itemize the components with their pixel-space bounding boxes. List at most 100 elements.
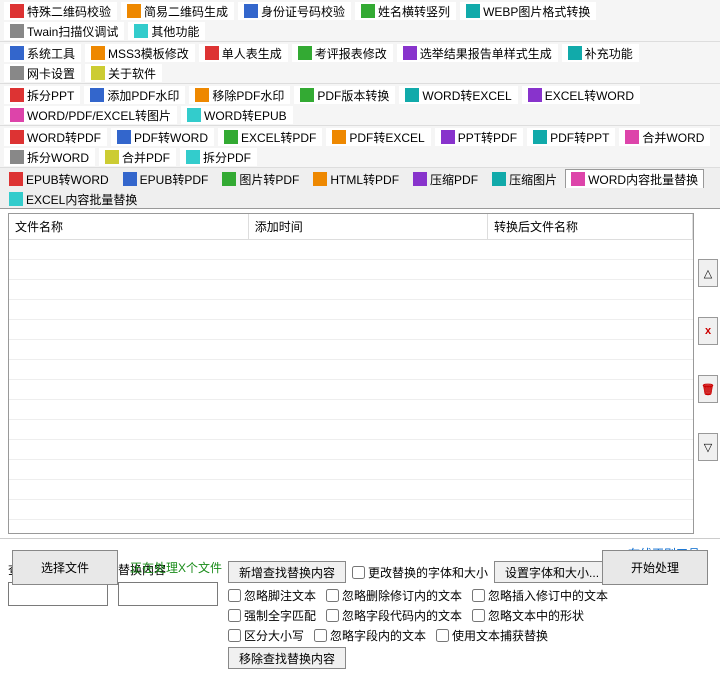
extra-func[interactable]: 补充功能 <box>562 44 639 62</box>
word-to-pdf[interactable]: WORD转PDF <box>4 128 107 146</box>
option-check[interactable]: 忽略插入修订中的文本 <box>472 587 608 604</box>
tab-EPUB转PDF[interactable]: EPUB转PDF <box>117 169 215 188</box>
split-word[interactable]: 拆分WORD <box>4 148 95 166</box>
single-form[interactable]: 单人表生成 <box>199 44 288 62</box>
tool-label: 特殊二维码校验 <box>27 3 111 20</box>
table-row[interactable] <box>9 320 693 340</box>
option-check[interactable]: 忽略脚注文本 <box>228 587 316 604</box>
table-row[interactable] <box>9 340 693 360</box>
tool-icon <box>300 88 314 102</box>
pdf-to-excel[interactable]: PDF转EXCEL <box>326 128 430 146</box>
pdf-to-ppt[interactable]: PDF转PPT <box>527 128 615 146</box>
option-check[interactable]: 忽略删除修订内的文本 <box>326 587 462 604</box>
tool-label: 补充功能 <box>585 45 633 62</box>
ppt-to-pdf[interactable]: PPT转PDF <box>435 128 523 146</box>
excel-to-word[interactable]: EXCEL转WORD <box>522 86 640 104</box>
column-header[interactable]: 转换后文件名称 <box>487 214 692 240</box>
table-row[interactable] <box>9 500 693 520</box>
tool-icon <box>466 4 480 18</box>
tool-label: 关于软件 <box>108 65 156 82</box>
column-header[interactable]: 添加时间 <box>248 214 487 240</box>
tab-图片转PDF[interactable]: 图片转PDF <box>216 169 305 188</box>
tab-HTML转PDF[interactable]: HTML转PDF <box>307 169 405 188</box>
option-check[interactable]: 区分大小写 <box>228 627 304 644</box>
tab-icon <box>9 192 23 206</box>
tool-label: 添加PDF水印 <box>107 87 179 104</box>
tab-EXCEL内容批量替换[interactable]: EXCEL内容批量替换 <box>3 189 143 208</box>
mss3-template[interactable]: MSS3模板修改 <box>85 44 195 62</box>
twain-scan[interactable]: Twain扫描仪调试 <box>4 22 124 40</box>
tool-label: WORD/PDF/EXCEL转图片 <box>27 107 171 124</box>
add-watermark[interactable]: 添加PDF水印 <box>84 86 185 104</box>
tool-label: EXCEL转PDF <box>241 129 316 146</box>
start-process-button[interactable]: 开始处理 <box>602 550 708 585</box>
table-row[interactable] <box>9 400 693 420</box>
doc-to-image[interactable]: WORD/PDF/EXCEL转图片 <box>4 106 177 124</box>
tool-icon <box>10 150 24 164</box>
option-check[interactable]: 忽略字段内的文本 <box>314 627 426 644</box>
tab-label: 压缩图片 <box>509 171 557 188</box>
table-row[interactable] <box>9 380 693 400</box>
table-row[interactable] <box>9 480 693 500</box>
special-qr-verify[interactable]: 特殊二维码校验 <box>4 2 117 20</box>
election-report[interactable]: 选举结果报告单样式生成 <box>397 44 558 62</box>
table-row[interactable] <box>9 280 693 300</box>
tool-icon <box>244 4 258 18</box>
remove-watermark[interactable]: 移除PDF水印 <box>189 86 290 104</box>
tool-icon <box>195 88 209 102</box>
search-input[interactable] <box>8 582 108 606</box>
remove-all-button[interactable]: 🗑 <box>698 375 718 403</box>
excel-to-pdf[interactable]: EXCEL转PDF <box>218 128 322 146</box>
table-row[interactable] <box>9 260 693 280</box>
simple-qr-gen[interactable]: 简易二维码生成 <box>121 2 234 20</box>
webp-convert[interactable]: WEBP图片格式转换 <box>460 2 596 20</box>
tab-压缩PDF[interactable]: 压缩PDF <box>407 169 484 188</box>
word-to-epub[interactable]: WORD转EPUB <box>181 106 293 124</box>
tool-icon <box>441 130 455 144</box>
option-check[interactable]: 强制全字匹配 <box>228 607 316 624</box>
column-header[interactable]: 文件名称 <box>9 214 248 240</box>
delete-button[interactable]: x <box>698 317 718 345</box>
move-down-button[interactable]: ▽ <box>698 433 718 461</box>
other-tools[interactable]: 其他功能 <box>128 22 205 40</box>
pdf-to-word[interactable]: PDF转WORD <box>111 128 214 146</box>
tab-WORD内容批量替换[interactable]: WORD内容批量替换 <box>565 169 704 188</box>
split-ppt[interactable]: 拆分PPT <box>4 86 80 104</box>
tab-icon <box>9 172 23 186</box>
network-card[interactable]: 网卡设置 <box>4 64 81 82</box>
system-tools[interactable]: 系统工具 <box>4 44 81 62</box>
tool-label: WORD转EXCEL <box>422 87 511 104</box>
select-file-button[interactable]: 选择文件 <box>12 550 118 585</box>
option-check[interactable]: 忽略字段代码内的文本 <box>326 607 462 624</box>
about[interactable]: 关于软件 <box>85 64 162 82</box>
tool-label: 其他功能 <box>151 23 199 40</box>
table-row[interactable] <box>9 240 693 260</box>
move-up-button[interactable]: △ <box>698 259 718 287</box>
replace-input[interactable] <box>118 582 218 606</box>
tab-压缩图片[interactable]: 压缩图片 <box>486 169 563 188</box>
table-row[interactable] <box>9 360 693 380</box>
remove-rule-button[interactable]: 移除查找替换内容 <box>228 647 346 669</box>
option-check[interactable]: 忽略文本中的形状 <box>472 607 584 624</box>
table-row[interactable] <box>9 460 693 480</box>
split-pdf[interactable]: 拆分PDF <box>180 148 257 166</box>
name-rotate[interactable]: 姓名横转竖列 <box>355 2 456 20</box>
merge-pdf[interactable]: 合并PDF <box>99 148 176 166</box>
word-to-excel[interactable]: WORD转EXCEL <box>399 86 517 104</box>
table-row[interactable] <box>9 300 693 320</box>
merge-word[interactable]: 合并WORD <box>619 128 710 146</box>
tool-label: 单人表生成 <box>222 45 282 62</box>
pdf-version[interactable]: PDF版本转换 <box>294 86 395 104</box>
tool-icon <box>528 88 542 102</box>
tool-label: WORD转EPUB <box>204 107 287 124</box>
table-row[interactable] <box>9 440 693 460</box>
eval-report[interactable]: 考评报表修改 <box>292 44 393 62</box>
tab-EPUB转WORD[interactable]: EPUB转WORD <box>3 169 115 188</box>
tool-icon <box>405 88 419 102</box>
option-check[interactable]: 使用文本捕获替换 <box>436 627 548 644</box>
table-row[interactable] <box>9 420 693 440</box>
tab-label: EXCEL内容批量替换 <box>26 191 137 208</box>
table-row[interactable] <box>9 520 693 535</box>
id-verify[interactable]: 身份证号码校验 <box>238 2 351 20</box>
check-label: 忽略字段代码内的文本 <box>342 607 462 624</box>
